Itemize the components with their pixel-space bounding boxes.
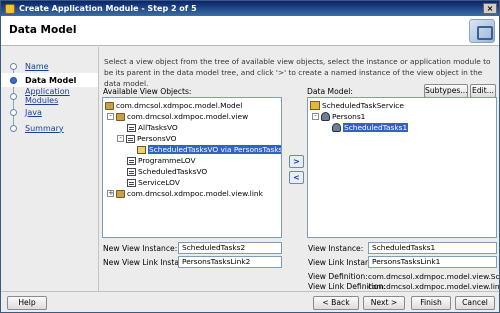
cancel-button[interactable]: Cancel [455,296,495,310]
view-object-icon [127,123,136,132]
available-view-objects-tree[interactable]: com.dmcsol.xdmpoc.model.Model - com.dmcs… [102,97,282,238]
close-icon[interactable]: × [483,3,497,14]
step-name[interactable]: Name [1,59,98,73]
view-instance-field[interactable]: ScheduledTasks1 [368,242,497,254]
back-button[interactable]: < Back [313,296,359,310]
step-label[interactable]: Name [25,62,49,71]
tree-node[interactable]: + com.dmcsol.xdmpoc.model.view.link [107,188,263,199]
tree-node[interactable]: - Persons1 [312,111,365,122]
step-icon [10,125,17,132]
view-object-icon [127,156,136,165]
step-label[interactable]: Java [25,108,42,117]
wizard-header: Data Model [1,16,499,46]
step-label[interactable]: Application Modules [25,87,98,105]
step-summary[interactable]: Summary [1,121,98,135]
step-icon [10,109,17,116]
collapse-icon[interactable]: - [107,113,114,120]
title-bar: Create Application Module - Step 2 of 5 … [1,1,499,16]
step-java[interactable]: Java [1,105,98,119]
data-model-panel: Select a view object from the tree of av… [100,47,500,291]
tree-node[interactable]: ProgrammeLOV [127,155,196,166]
step-icon [10,63,17,70]
tree-node[interactable]: ServiceLOV [127,177,180,188]
tree-node[interactable]: - com.dmcsol.xdmpoc.model.view [107,111,248,122]
edit-button[interactable]: Edit... [470,84,496,98]
view-object-icon [127,167,136,176]
footer-divider [1,291,499,292]
step-label[interactable]: Summary [25,124,64,133]
new-view-link-instance-field[interactable]: PersonsTasksLink2 [178,256,282,268]
help-button[interactable]: Help [7,296,47,310]
tree-node[interactable]: AllTasksVO [127,122,178,133]
subtypes-button[interactable]: Subtypes... [424,84,468,98]
data-model-tree[interactable]: ScheduledTaskService - Persons1 Schedule… [307,97,497,238]
view-link-definition-value: com.dmcsol.xdmpoc.model.view.link.P... [368,282,500,291]
application-icon [5,3,15,14]
remove-from-data-model-button[interactable]: < [289,171,304,184]
data-model-banner-icon [469,19,495,43]
step-icon [10,93,17,100]
add-to-data-model-button[interactable]: > [289,155,304,168]
data-model-label: Data Model: [307,87,353,96]
create-application-module-dialog: Create Application Module - Step 2 of 5 … [0,0,500,313]
collapse-icon[interactable]: - [117,135,124,142]
tree-node[interactable]: ScheduledTaskService [310,100,404,111]
package-icon [116,189,125,198]
tree-node-selected[interactable]: ScheduledTasksVO via PersonsTasksLink [137,144,281,155]
view-definition-label: View Definition: [308,272,368,281]
tree-node-selected[interactable]: ScheduledTasks1 [332,122,410,133]
package-icon [105,101,114,110]
step-label: Data Model [25,75,77,85]
page-title: Data Model [9,24,77,36]
collapse-icon[interactable]: - [312,113,319,120]
view-instance-icon [332,123,341,132]
wizard-steps-nav: Name Data Model Application Modules Java… [1,47,99,291]
step-application-modules[interactable]: Application Modules [1,87,98,105]
next-button[interactable]: Next > [363,296,405,310]
view-object-icon [127,178,136,187]
package-icon [116,112,125,121]
step-data-model[interactable]: Data Model [1,73,98,87]
view-link-icon [137,145,146,154]
window-title: Create Application Module - Step 2 of 5 [19,4,197,13]
new-view-instance-label: New View Instance: [103,244,178,253]
application-module-icon [310,101,320,110]
tree-node[interactable]: com.dmcsol.xdmpoc.model.Model [105,100,242,111]
tree-node[interactable]: ScheduledTasksVO [127,166,207,177]
finish-button[interactable]: Finish [411,296,451,310]
tree-node[interactable]: - PersonsVO [117,133,176,144]
view-definition-value: com.dmcsol.xdmpoc.model.view.Sche... [368,272,500,281]
view-link-instance-field[interactable]: PersonsTasksLink1 [368,256,497,268]
view-instance-label: View Instance: [308,244,364,253]
available-view-objects-label: Available View Objects: [103,87,192,96]
view-object-icon [126,134,135,143]
new-view-instance-field[interactable]: ScheduledTasks2 [178,242,282,254]
view-instance-icon [321,112,330,121]
expand-icon[interactable]: + [107,190,114,197]
current-step-icon [10,77,17,84]
